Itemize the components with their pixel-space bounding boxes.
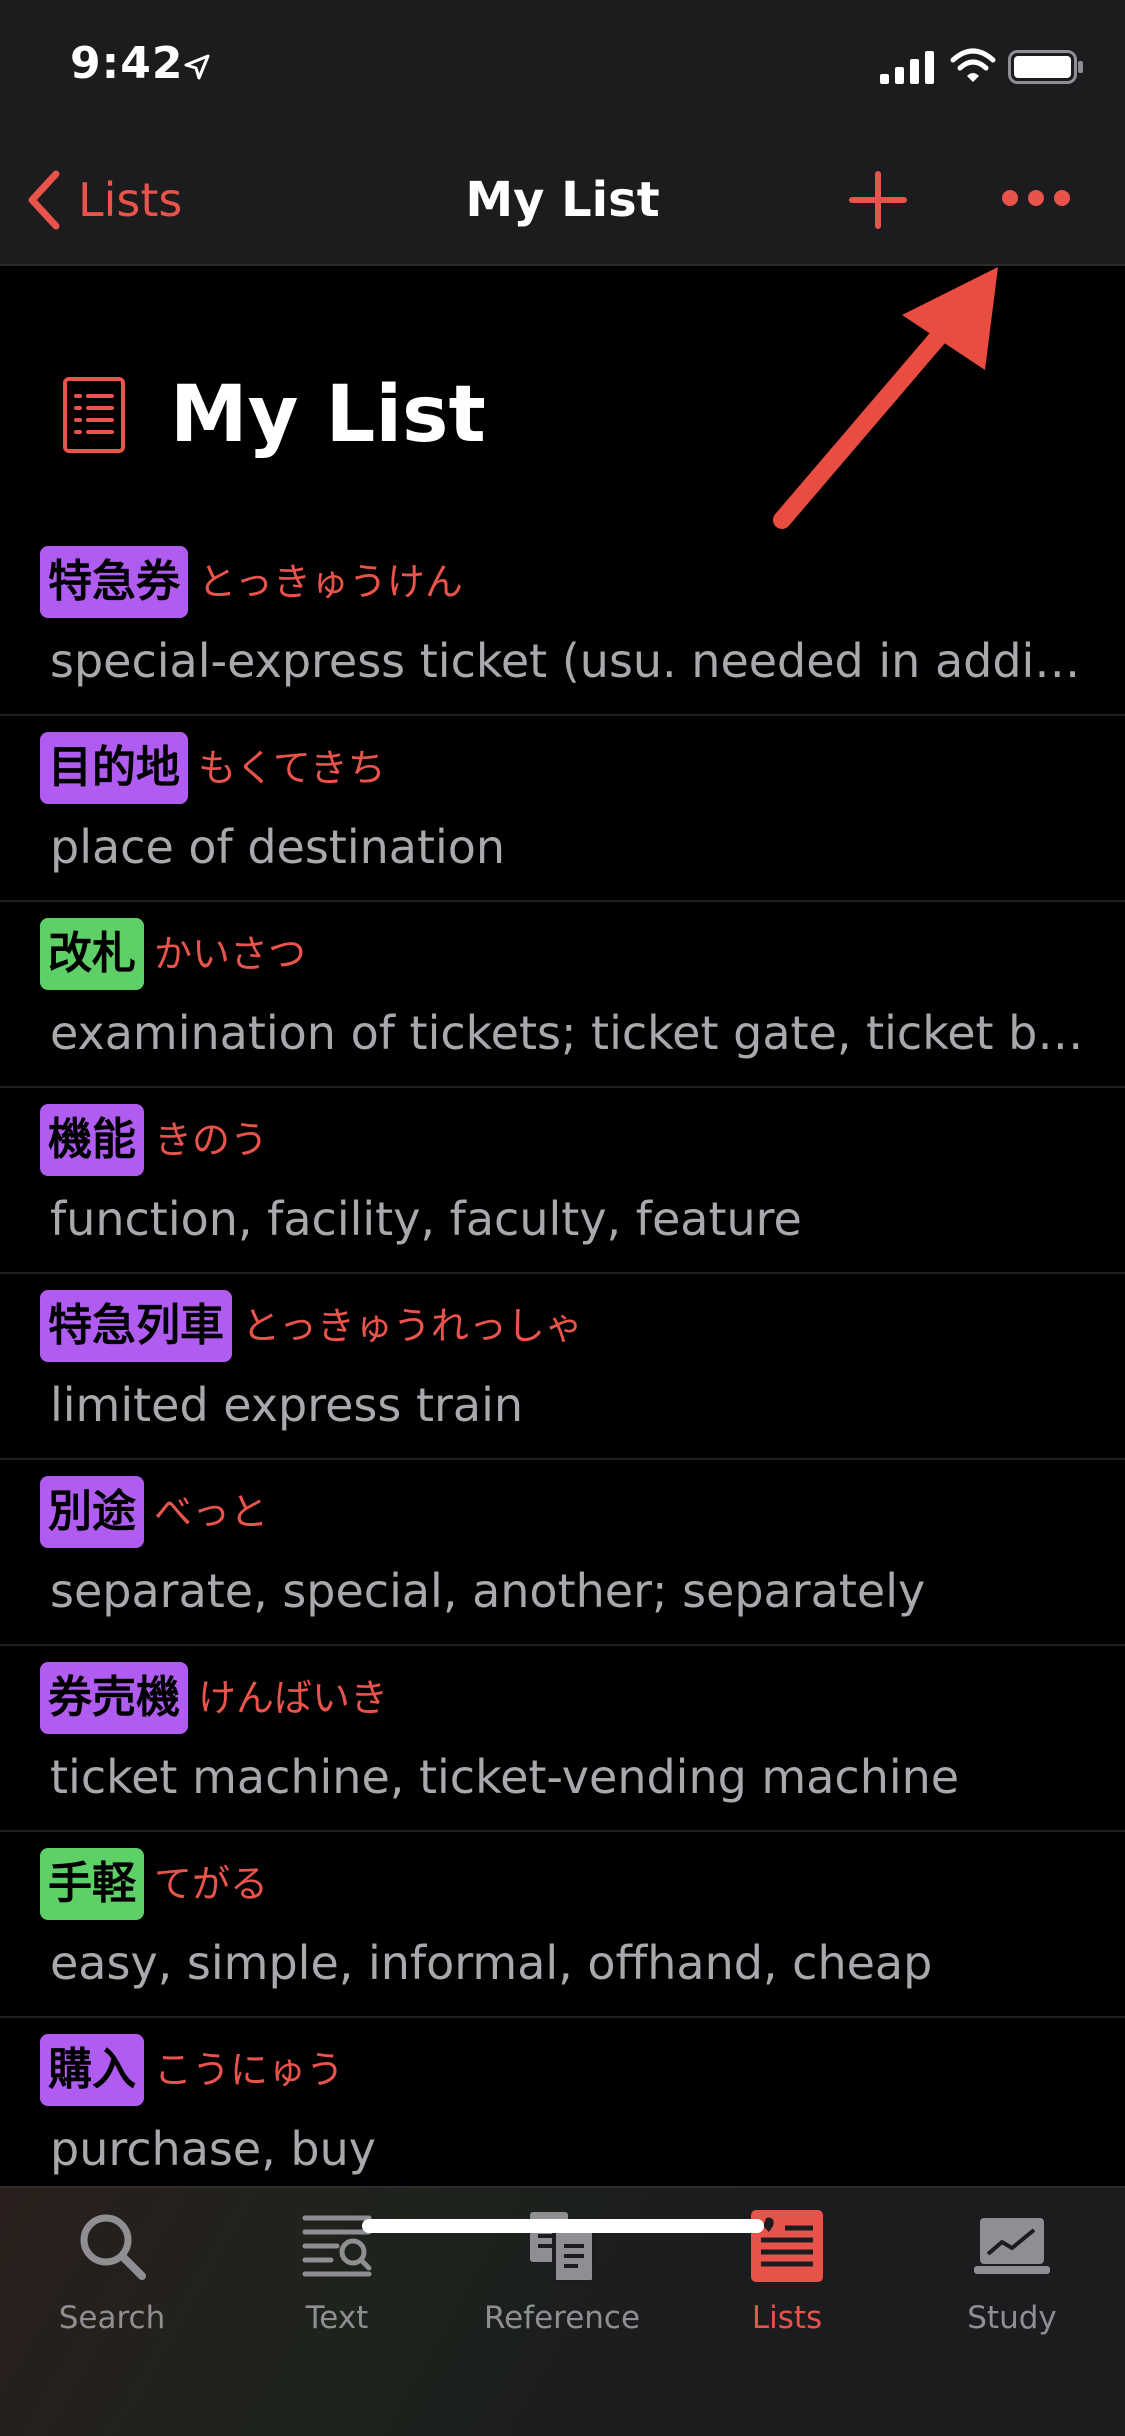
entry-kanji: 目的地 bbox=[40, 732, 188, 804]
status-time: 9:42 bbox=[70, 38, 184, 89]
entry-definition: separate, special, another; separately bbox=[50, 1564, 926, 1618]
tab-label: Search bbox=[58, 2300, 166, 2336]
entry-header: 券売機 けんばいき bbox=[40, 1662, 388, 1734]
reference-icon bbox=[530, 2212, 596, 2284]
cellular-signal-icon bbox=[880, 51, 934, 84]
lists-icon bbox=[751, 2210, 823, 2282]
list-item[interactable]: 改札 かいさつ examination of tickets; ticket g… bbox=[0, 902, 1125, 1088]
tab-label: Lists bbox=[751, 2300, 823, 2336]
entry-reading: かいさつ bbox=[154, 932, 307, 976]
entry-list: 特急券 とっきゅうけん special-express ticket (usu.… bbox=[0, 530, 1125, 2204]
battery-icon bbox=[1008, 50, 1083, 84]
location-arrow-icon bbox=[184, 54, 210, 80]
entry-kanji: 特急券 bbox=[40, 546, 188, 618]
entry-definition: examination of tickets; ticket gate, tic… bbox=[50, 1006, 1085, 1060]
entry-definition: purchase, buy bbox=[50, 2122, 376, 2176]
entry-kanji: 特急列車 bbox=[40, 1290, 232, 1362]
list-item[interactable]: 別途 べっと separate, special, another; separ… bbox=[0, 1460, 1125, 1646]
tab-search[interactable]: Search bbox=[22, 2206, 202, 2356]
entry-definition: limited express train bbox=[50, 1378, 524, 1432]
entry-header: 購入 こうにゅう bbox=[40, 2034, 344, 2106]
list-item[interactable]: 購入 こうにゅう purchase, buy bbox=[0, 2018, 1125, 2204]
entry-header: 特急券 とっきゅうけん bbox=[40, 546, 463, 618]
entry-header: 目的地 もくてきち bbox=[40, 732, 386, 804]
wifi-icon bbox=[950, 48, 996, 82]
entry-kanji: 券売機 bbox=[40, 1662, 188, 1734]
status-bar: 9:42 bbox=[0, 0, 1125, 132]
more-options-icon[interactable] bbox=[1000, 178, 1072, 218]
entry-reading: もくてきち bbox=[198, 746, 386, 790]
home-indicator[interactable] bbox=[362, 2219, 764, 2233]
entry-header: 改札 かいさつ bbox=[40, 918, 306, 990]
annotation-arrow bbox=[773, 267, 998, 529]
entry-reading: けんばいき bbox=[198, 1676, 389, 1720]
tab-label: Text bbox=[305, 2300, 369, 2336]
search-icon bbox=[80, 2214, 146, 2280]
app-screen: 9:42 Lists My List My List 特急券 とっきゅうけん s… bbox=[0, 0, 1125, 2436]
entry-reading: てがる bbox=[154, 1862, 269, 1906]
tab-study[interactable]: Study bbox=[922, 2206, 1102, 2356]
entry-reading: べっと bbox=[154, 1490, 269, 1534]
entry-definition: special-express ticket (usu. needed in a… bbox=[50, 634, 1081, 688]
list-header: My List bbox=[62, 365, 486, 465]
entry-header: 特急列車 とっきゅうれっしゃ bbox=[40, 1290, 583, 1362]
study-icon bbox=[974, 2218, 1050, 2274]
entry-reading: こうにゅう bbox=[154, 2048, 345, 2092]
list-item[interactable]: 手軽 てがる easy, simple, informal, offhand, … bbox=[0, 1832, 1125, 2018]
text-icon bbox=[302, 2215, 372, 2277]
entry-header: 別途 べっと bbox=[40, 1476, 268, 1548]
list-item[interactable]: 特急券 とっきゅうけん special-express ticket (usu.… bbox=[0, 530, 1125, 716]
list-title: My List bbox=[170, 370, 486, 460]
entry-kanji: 購入 bbox=[40, 2034, 144, 2106]
list-item[interactable]: 目的地 もくてきち place of destination bbox=[0, 716, 1125, 902]
entry-kanji: 改札 bbox=[40, 918, 144, 990]
entry-reading: きのう bbox=[154, 1118, 269, 1162]
nav-title: My List bbox=[465, 172, 660, 228]
list-item[interactable]: 機能 きのう function, facility, faculty, feat… bbox=[0, 1088, 1125, 1274]
entry-definition: function, facility, faculty, feature bbox=[50, 1192, 802, 1246]
entry-definition: place of destination bbox=[50, 820, 506, 874]
entry-header: 機能 きのう bbox=[40, 1104, 268, 1176]
entry-definition: easy, simple, informal, offhand, cheap bbox=[50, 1936, 933, 1990]
add-icon[interactable] bbox=[848, 170, 908, 230]
tab-label: Study bbox=[967, 2300, 1057, 2336]
navigation-bar: Lists My List bbox=[0, 132, 1125, 266]
entry-reading: とっきゅうけん bbox=[198, 560, 463, 604]
entry-header: 手軽 てがる bbox=[40, 1848, 268, 1920]
list-document-icon bbox=[63, 377, 125, 453]
list-item[interactable]: 特急列車 とっきゅうれっしゃ limited express train bbox=[0, 1274, 1125, 1460]
list-item[interactable]: 券売機 けんばいき ticket machine, ticket-vending… bbox=[0, 1646, 1125, 1832]
entry-kanji: 機能 bbox=[40, 1104, 144, 1176]
entry-kanji: 手軽 bbox=[40, 1848, 144, 1920]
entry-reading: とっきゅうれっしゃ bbox=[242, 1304, 583, 1348]
entry-kanji: 別途 bbox=[40, 1476, 144, 1548]
tab-label: Reference bbox=[483, 2300, 641, 2336]
entry-definition: ticket machine, ticket-vending machine bbox=[50, 1750, 960, 1804]
